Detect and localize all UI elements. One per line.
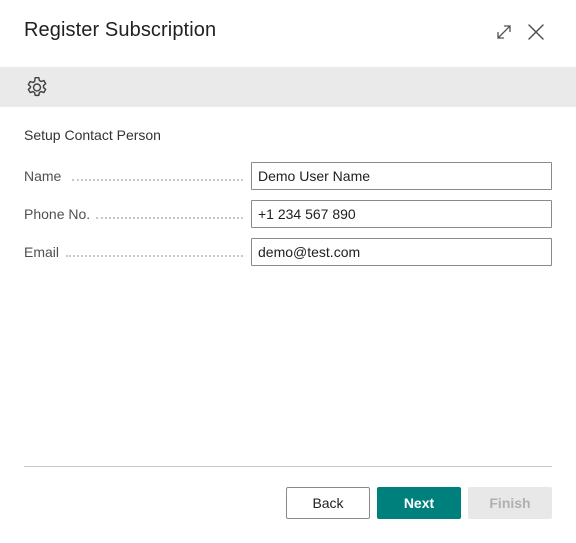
- name-label: Name: [24, 168, 62, 184]
- register-subscription-dialog: Register Subscription Setup Contact Pers…: [0, 0, 576, 543]
- field-row-name: Name: [24, 162, 552, 190]
- action-toolbar: [0, 67, 576, 107]
- name-input[interactable]: [251, 162, 552, 190]
- close-icon: [528, 24, 544, 40]
- finish-button[interactable]: Finish: [468, 487, 552, 519]
- back-button[interactable]: Back: [286, 487, 370, 519]
- gear-icon: [27, 77, 47, 97]
- leader-dots: [72, 177, 243, 181]
- next-button[interactable]: Next: [377, 487, 461, 519]
- section-title: Setup Contact Person: [24, 127, 161, 143]
- email-label: Email: [24, 244, 60, 260]
- field-row-email: Email: [24, 238, 552, 266]
- dialog-title: Register Subscription: [24, 19, 217, 41]
- expand-button[interactable]: [492, 20, 516, 44]
- expand-icon: [497, 25, 511, 39]
- close-button[interactable]: [524, 20, 548, 44]
- phone-input[interactable]: [251, 200, 552, 228]
- email-input[interactable]: [251, 238, 552, 266]
- leader-dots: [66, 253, 243, 257]
- footer-divider: [24, 466, 552, 467]
- settings-button[interactable]: [24, 75, 50, 101]
- phone-label: Phone No.: [24, 206, 91, 222]
- leader-dots: [96, 215, 243, 219]
- field-row-phone: Phone No.: [24, 200, 552, 228]
